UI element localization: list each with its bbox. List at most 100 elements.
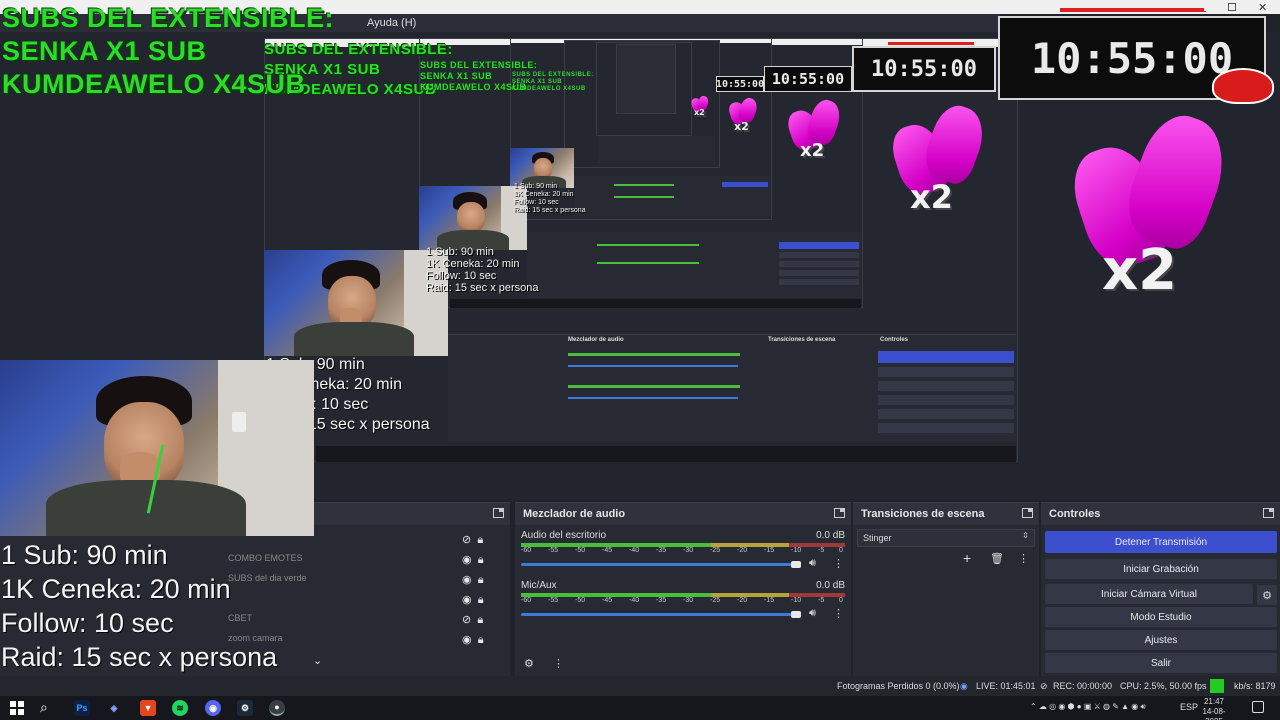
mixer-channel-mic: Mic/Aux 0.0 dB -60 -55 -50 -45 -40 -35 -… — [521, 580, 845, 620]
speaker-icon[interactable]: 🔊︎ — [809, 607, 816, 620]
scene-transitions-dock: Transiciones de escena Stinger ⇳ + 🗑︎ ⋮ — [853, 502, 1039, 676]
nested-preview-6 — [616, 44, 676, 114]
clapping-hands-icon-5: x2 — [690, 94, 711, 120]
rule-follow: Follow: 10 sec — [1, 608, 174, 638]
eye-hidden-icon[interactable]: ⊘ — [462, 614, 471, 626]
nested-dock-mini-2 — [527, 232, 861, 298]
lock-icon[interactable]: 🔒︎ — [478, 634, 484, 646]
rec-duration: REC: 00:00:00 — [1053, 681, 1113, 691]
subs-overlay-line3: KUMDEAWELO X4SUB — [2, 69, 306, 99]
nested-dock-mini-3 — [574, 176, 770, 216]
rule-ceneka: 1K Ceneka: 20 min — [1, 574, 231, 604]
app-launcher-icon[interactable]: ◈ — [106, 700, 122, 716]
steam-icon[interactable]: ⚙ — [237, 700, 253, 716]
dock-float-icon[interactable] — [834, 508, 845, 518]
window-close-button[interactable]: ✕ — [1258, 1, 1267, 14]
timer-red-bar — [1060, 8, 1204, 12]
add-transition-icon[interactable]: + — [963, 550, 971, 566]
obs-studio-window: ✕ Ayuda (H) Mezclador de audio Transicio… — [0, 0, 1280, 720]
dock-float-icon[interactable] — [493, 508, 504, 518]
mixer-channel-desktop: Audio del escritorio 0.0 dB -60 -55 -50 … — [521, 530, 845, 570]
speaker-icon[interactable]: 🔊︎ — [809, 557, 816, 570]
source-visibility-row-4[interactable]: ◉ 🔒︎ — [462, 593, 498, 607]
more-options-icon[interactable]: ⋮ — [833, 607, 844, 620]
transition-select[interactable]: Stinger ⇳ — [857, 529, 1035, 547]
photoshop-icon[interactable]: Ps — [74, 700, 90, 716]
dock-float-icon[interactable] — [1263, 508, 1274, 518]
notifications-icon[interactable] — [1252, 701, 1264, 713]
live-duration: LIVE: 01:45:01 — [976, 681, 1036, 691]
scene-transitions-header: Transiciones de escena — [853, 503, 1039, 525]
virtual-camera-settings-icon[interactable]: ⚙ — [1257, 585, 1277, 605]
brave-browser-icon[interactable]: ▼ — [140, 700, 156, 716]
lock-icon[interactable]: 🔒︎ — [478, 554, 484, 566]
mixer-menu-icon[interactable]: ⋮ — [553, 657, 564, 670]
mixer-settings-icon[interactable]: ⚙ — [524, 657, 534, 670]
menu-help[interactable]: Ayuda (H) — [367, 17, 416, 29]
subs-overlay-line2: SENKA X1 SUB — [2, 36, 207, 66]
nested-taskbar-1 — [316, 446, 1016, 462]
clock[interactable]: 21:47 14-08-2025 — [1200, 697, 1228, 720]
nested-rules-3: 1 Sub: 90 min 1K Ceneka: 20 min Follow: … — [514, 183, 586, 214]
windows-start-icon[interactable] — [10, 701, 24, 715]
scroll-down-icon[interactable]: ⌄ — [313, 654, 322, 667]
lock-icon[interactable]: 🔒︎ — [478, 574, 484, 586]
stream-timer-value: 10:55:00 — [1030, 33, 1234, 83]
nested-timer-4: 10:55:00 — [716, 76, 764, 92]
window-maximize-button[interactable] — [1228, 3, 1236, 11]
nested-timer-bar — [888, 42, 974, 45]
volume-slider[interactable] — [521, 613, 799, 616]
settings-button[interactable]: Ajustes — [1045, 630, 1277, 650]
nested-dock-mini-4 — [598, 136, 716, 164]
more-options-icon[interactable]: ⋮ — [833, 557, 844, 570]
audio-mixer-dock: Mezclador de audio Audio del escritorio … — [515, 502, 851, 676]
start-recording-button[interactable]: Iniciar Grabación — [1045, 559, 1277, 579]
webcam-feed-3 — [510, 148, 574, 188]
source-visibility-row-2[interactable]: ◉ 🔒︎ — [462, 553, 498, 567]
webcam-feed — [0, 360, 314, 536]
eye-icon[interactable]: ◉ — [462, 594, 472, 606]
eye-hidden-icon[interactable]: ⊘ — [462, 534, 471, 546]
status-bar: Fotogramas Perdidos 0 (0.0%) ◉ LIVE: 01:… — [0, 676, 1280, 696]
source-visibility-row-6[interactable]: ◉ 🔒︎ — [462, 633, 498, 647]
obs-icon[interactable]: ● — [269, 700, 285, 716]
system-tray: ⌃ ☁ ◎ ◉ ⬢ ● ▣ ⚔ ◍ ✎ ▲ ◉ 🔊︎ — [1030, 702, 1146, 712]
rule-raid: Raid: 15 sec x persona — [1, 642, 278, 672]
stop-stream-button[interactable]: Detener Transmisión — [1045, 531, 1277, 553]
eye-icon[interactable]: ◉ — [462, 554, 472, 566]
stream-rules-overlay: 1 Sub: 90 min 1K Ceneka: 20 min Follow: … — [1, 538, 277, 674]
eye-icon[interactable]: ◉ — [462, 634, 472, 646]
dropdown-arrow-icon: ⇳ — [1022, 531, 1029, 540]
webcam-feed-2 — [419, 186, 527, 250]
dropped-frames: Fotogramas Perdidos 0 (0.0%) — [837, 681, 960, 691]
dock-float-icon[interactable] — [1022, 508, 1033, 518]
nested-rules-2: 1 Sub: 90 min 1K Ceneka: 20 min Follow: … — [426, 246, 539, 294]
clapping-hands-icon-3: x2 — [784, 96, 845, 166]
source-visibility-row-3[interactable]: ◉ 🔒︎ — [462, 573, 498, 587]
discord-icon[interactable]: ◉ — [205, 700, 221, 716]
studio-mode-button[interactable]: Modo Estudio — [1045, 607, 1277, 627]
audio-mixer-header: Mezclador de audio — [515, 503, 851, 525]
eye-icon[interactable]: ◉ — [462, 574, 472, 586]
trash-icon[interactable]: 🗑︎ — [990, 552, 1004, 565]
source-visibility-row-5[interactable]: ⊘ 🔒︎ — [462, 613, 498, 627]
subs-overlay-line1: SUBS DEL EXTENSIBLE: — [2, 3, 335, 33]
rec-icon: ⊘ — [1040, 681, 1048, 691]
volume-slider-handle[interactable] — [791, 611, 801, 618]
keyboard-language[interactable]: ESP — [1180, 702, 1198, 712]
mixer-channel-db: 0.0 dB — [816, 530, 845, 541]
lock-icon[interactable]: 🔒︎ — [478, 594, 484, 606]
start-virtual-camera-button[interactable]: Iniciar Cámara Virtual — [1045, 584, 1253, 604]
nested-taskbar-2 — [450, 299, 861, 308]
spotify-icon[interactable]: ≋ — [172, 700, 188, 716]
volume-slider[interactable] — [521, 563, 799, 566]
transition-menu-icon[interactable]: ⋮ — [1018, 552, 1029, 565]
lock-icon[interactable]: 🔒︎ — [477, 534, 483, 546]
tray-icons[interactable]: ⌃ ☁ ◎ ◉ ⬢ ● ▣ ⚔ ◍ ✎ ▲ ◉ 🔊︎ — [1030, 702, 1146, 711]
lock-icon[interactable]: 🔒︎ — [477, 614, 483, 626]
volume-slider-handle[interactable] — [791, 561, 801, 568]
controls-dock: Controles Detener Transmisión Iniciar Gr… — [1041, 502, 1280, 676]
source-visibility-row-1[interactable]: ⊘ 🔒︎ — [462, 533, 498, 547]
exit-button[interactable]: Salir — [1045, 653, 1277, 673]
search-icon[interactable]: ⌕ — [40, 699, 48, 716]
